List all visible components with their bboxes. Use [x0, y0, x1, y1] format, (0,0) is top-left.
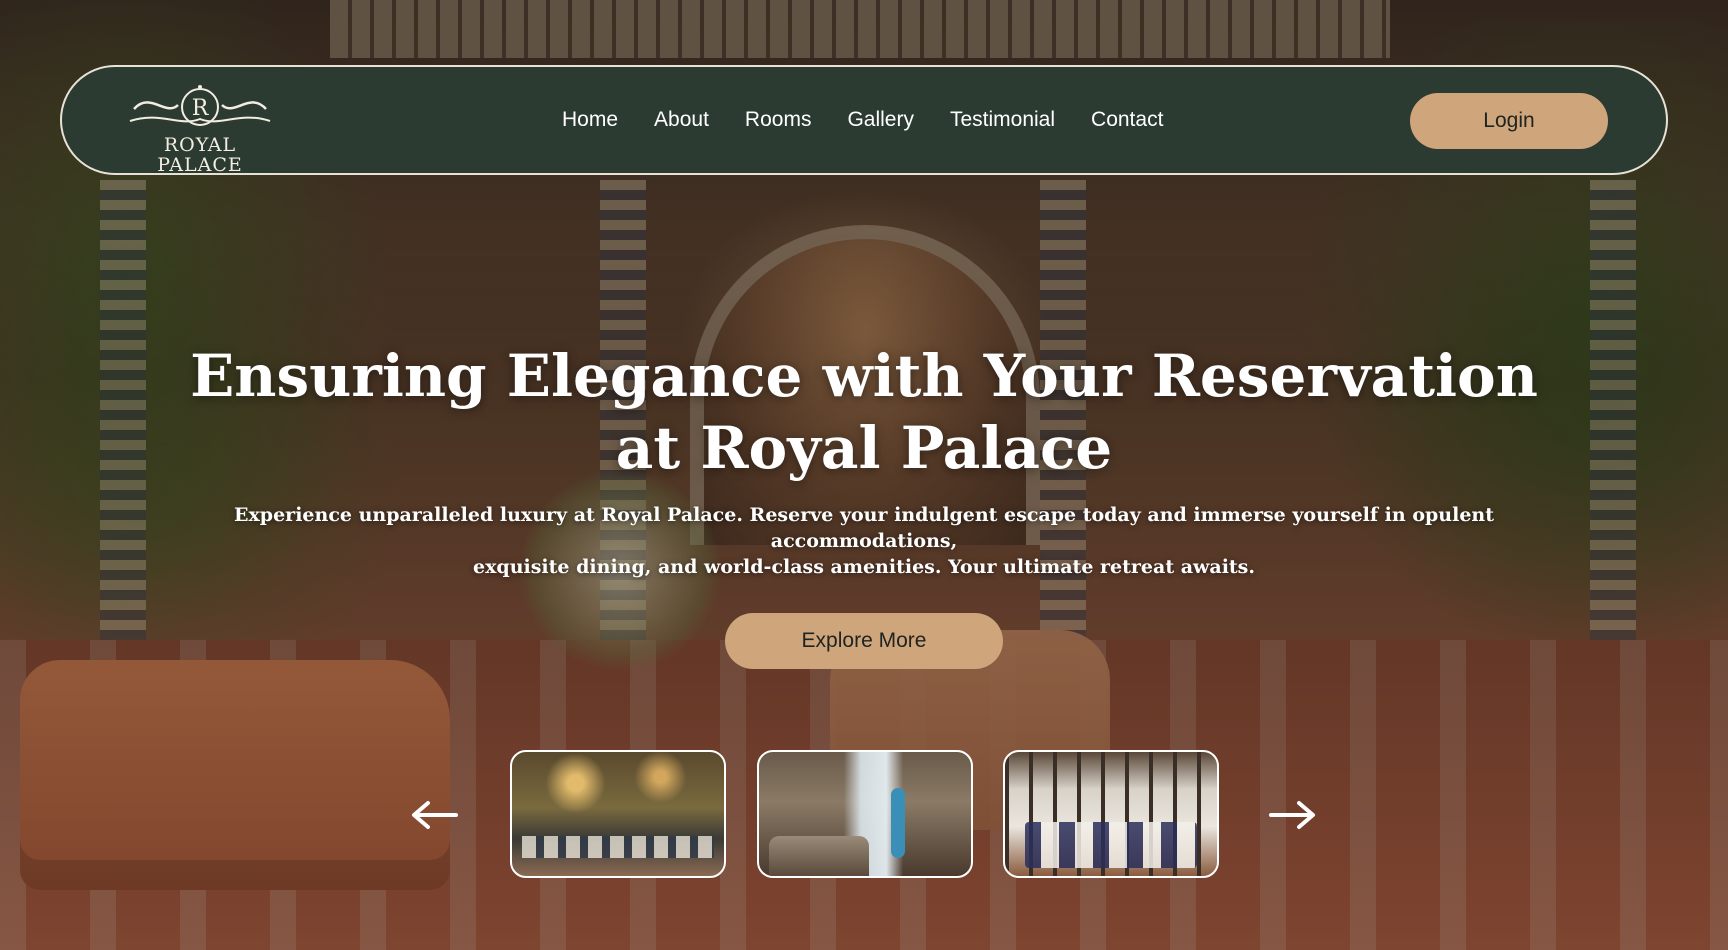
hero-title-line-2: at Royal Palace	[615, 414, 1113, 482]
carousel-thumbnail-dining[interactable]	[1003, 750, 1219, 878]
nav-item-about[interactable]: About	[654, 108, 709, 132]
hero-subtitle-line-1: Experience unparalleled luxury at Royal …	[234, 504, 1494, 552]
explore-more-button[interactable]: Explore More	[725, 613, 1003, 669]
login-button[interactable]: Login	[1410, 93, 1608, 149]
hero-subtitle: Experience unparalleled luxury at Royal …	[164, 502, 1564, 580]
carousel-prev-button[interactable]	[404, 790, 464, 840]
carousel-thumbnail-restaurant[interactable]	[510, 750, 726, 878]
crest-icon: R	[129, 85, 271, 126]
arrow-right-icon	[1269, 801, 1315, 829]
arrow-left-icon	[412, 801, 458, 829]
hero-title: Ensuring Elegance with Your Reservation …	[164, 340, 1564, 484]
nav-menu: Home About Rooms Gallery Testimonial Con…	[562, 67, 1163, 173]
brand-logo[interactable]: R ROYAL PALACE	[120, 81, 280, 175]
nav-item-gallery[interactable]: Gallery	[847, 108, 914, 132]
carousel-thumbnail-bedroom[interactable]	[757, 750, 973, 878]
carousel-next-button[interactable]	[1263, 790, 1323, 840]
hero-subtitle-line-2: exquisite dining, and world-class amenit…	[473, 556, 1255, 578]
svg-text:R: R	[192, 96, 210, 121]
brand-name: ROYAL PALACE	[157, 134, 243, 176]
hero-title-line-1: Ensuring Elegance with Your Reservation	[190, 342, 1538, 410]
nav-item-testimonial[interactable]: Testimonial	[950, 108, 1055, 132]
nav-item-home[interactable]: Home	[562, 108, 618, 132]
nav-item-rooms[interactable]: Rooms	[745, 108, 812, 132]
nav-item-contact[interactable]: Contact	[1091, 108, 1163, 132]
navbar: R ROYAL PALACE Home About Rooms Gallery …	[60, 65, 1668, 175]
